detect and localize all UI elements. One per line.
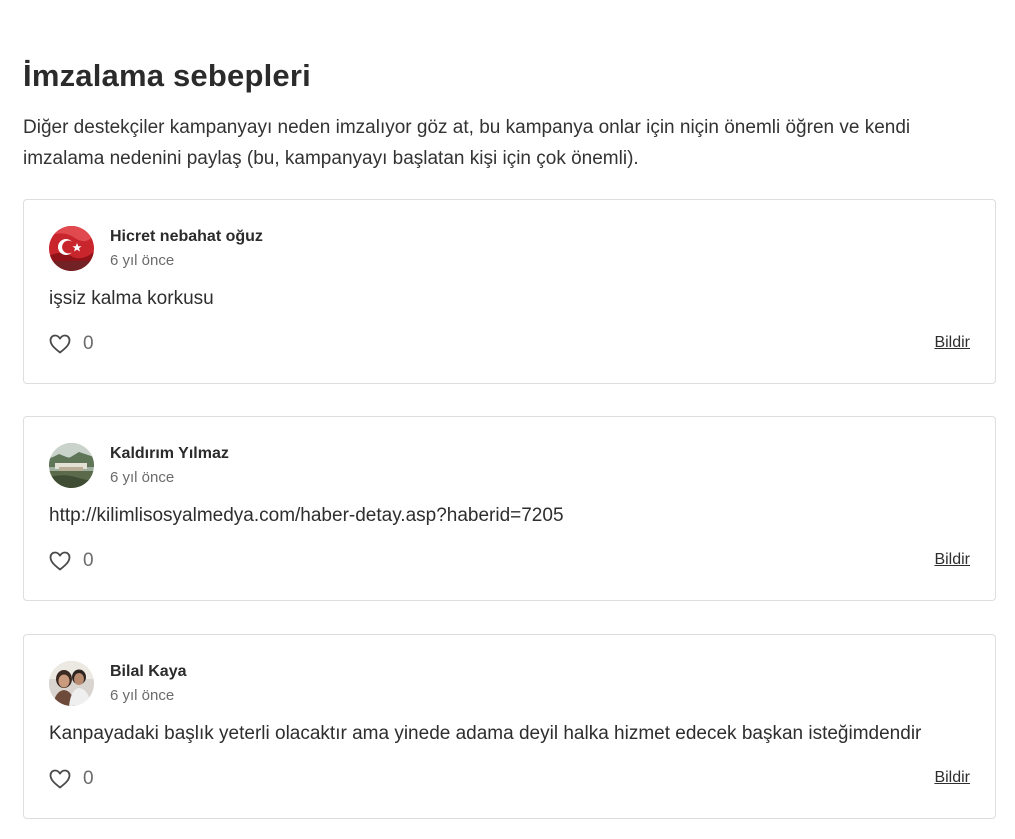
comment-author: Kaldırım Yılmaz <box>110 445 229 462</box>
like-button[interactable]: 0 <box>49 332 94 356</box>
comment-time: 6 yıl önce <box>110 687 175 704</box>
heart-icon <box>49 334 71 354</box>
like-count: 0 <box>83 333 94 354</box>
comment-text: Kanpayadaki başlık yeterli olacaktır ama… <box>49 723 922 744</box>
comment-time: 6 yıl önce <box>110 469 175 486</box>
comment-author: Bilal Kaya <box>110 663 187 680</box>
avatar[interactable] <box>49 226 94 271</box>
like-count: 0 <box>83 768 94 789</box>
couple-avatar-icon <box>49 661 94 706</box>
comment-card: Hicret nebahat oğuz 6 yıl önce işsiz kal… <box>23 199 996 384</box>
like-button[interactable]: 0 <box>49 549 94 573</box>
report-link[interactable]: Bildir <box>934 769 970 787</box>
report-link[interactable]: Bildir <box>934 551 970 569</box>
like-count: 0 <box>83 550 94 571</box>
comment-card: Kaldırım Yılmaz 6 yıl önce http://kiliml… <box>23 416 996 601</box>
section-description: Diğer destekçiler kampanyayı neden imzal… <box>23 117 911 169</box>
report-link[interactable]: Bildir <box>934 334 970 352</box>
comment-author: Hicret nebahat oğuz <box>110 228 263 245</box>
avatar[interactable] <box>49 443 94 488</box>
comment-text: işsiz kalma korkusu <box>49 288 214 309</box>
turkish-flag-avatar-icon <box>49 226 94 271</box>
comment-text: http://kilimlisosyalmedya.com/haber-deta… <box>49 505 564 526</box>
landscape-avatar-icon <box>49 443 94 488</box>
avatar[interactable] <box>49 661 94 706</box>
heart-icon <box>49 769 71 789</box>
section-title: İmzalama sebepleri <box>23 58 311 93</box>
like-button[interactable]: 0 <box>49 767 94 791</box>
comment-card: Bilal Kaya 6 yıl önce Kanpayadaki başlık… <box>23 634 996 819</box>
comment-time: 6 yıl önce <box>110 252 175 269</box>
heart-icon <box>49 551 71 571</box>
